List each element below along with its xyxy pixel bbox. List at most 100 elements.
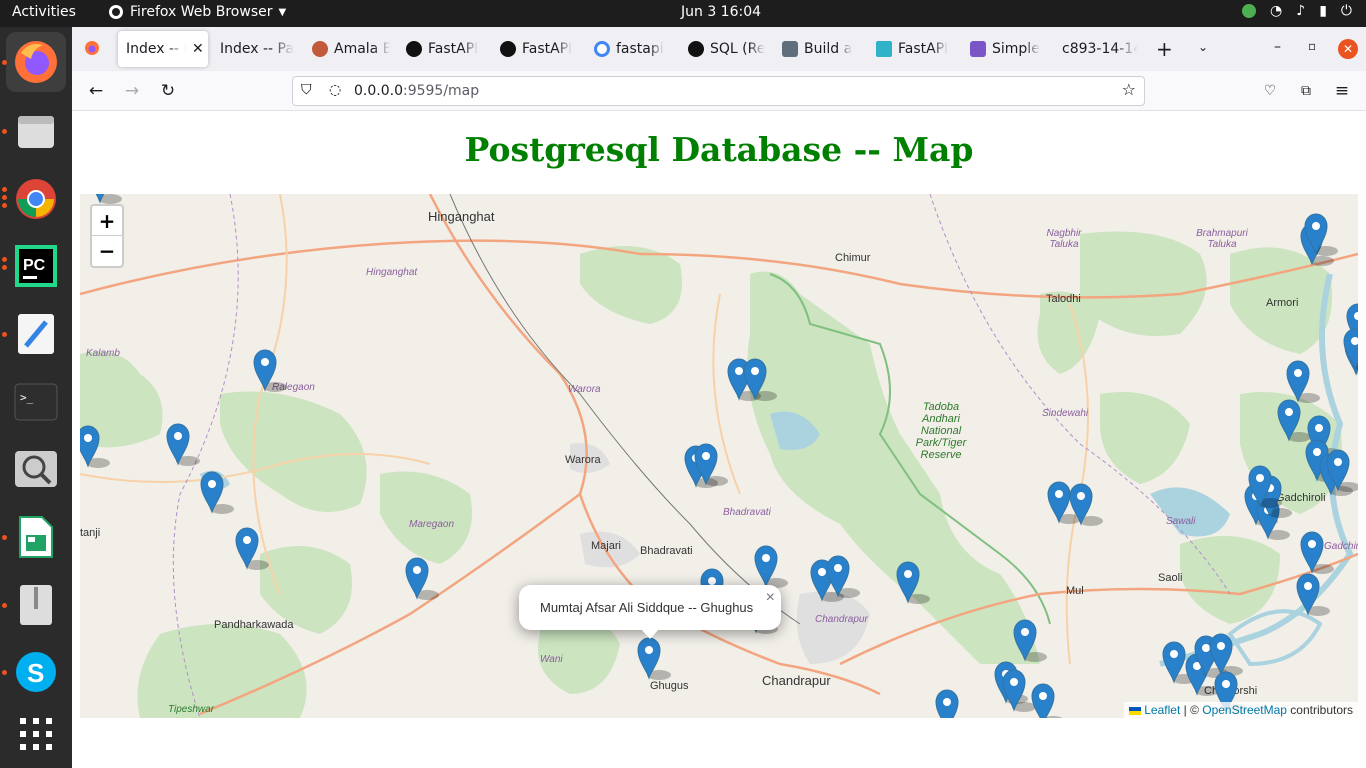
map-marker[interactable] xyxy=(754,545,788,588)
activities-button[interactable]: Activities xyxy=(12,4,76,20)
url-bar[interactable]: ⛉ ◌ 0.0.0.0:9595/map ☆ xyxy=(292,76,1145,106)
battery-icon: ▮ xyxy=(1319,3,1327,19)
tab-fastapi-1[interactable]: FastAPI xyxy=(398,31,484,67)
bookmark-star-icon[interactable]: ☆ xyxy=(1122,80,1136,99)
forward-button[interactable]: → xyxy=(120,79,144,103)
dock-text-editor[interactable] xyxy=(6,304,66,364)
tab-title: SQL (Re xyxy=(710,41,766,57)
spreadsheet-icon xyxy=(19,516,53,558)
tab-fastapi-search[interactable]: fastapi xyxy=(586,31,672,67)
menu-icon[interactable]: ≡ xyxy=(1330,79,1354,103)
dock-skype[interactable]: S xyxy=(6,642,66,702)
tab-index[interactable]: Index -- Pa xyxy=(212,31,298,67)
dock-spreadsheet[interactable] xyxy=(6,507,66,567)
firefox-view-icon[interactable] xyxy=(84,40,100,60)
tab-title: Build a xyxy=(804,41,853,57)
close-window-button[interactable]: ✕ xyxy=(1338,39,1358,59)
tab-index-active[interactable]: Index -- P ✕ xyxy=(118,31,208,67)
pycharm-icon: PC xyxy=(15,245,57,287)
map-marker[interactable] xyxy=(89,194,122,204)
system-tray[interactable]: ◔ ♪ ▮ ⏻ xyxy=(1242,3,1352,19)
ukraine-flag-icon xyxy=(1128,706,1141,715)
maximize-button[interactable]: ▫ xyxy=(1308,39,1316,53)
dock-terminal[interactable]: >_ xyxy=(6,372,66,432)
google-icon xyxy=(594,41,610,57)
dock-image-viewer[interactable] xyxy=(6,439,66,499)
list-all-tabs-button[interactable]: ⌄ xyxy=(1198,40,1208,54)
map-marker[interactable] xyxy=(1002,669,1036,712)
leaflet-link[interactable]: Leaflet xyxy=(1144,703,1180,717)
minimize-button[interactable]: – xyxy=(1274,39,1281,55)
tab-amala[interactable]: Amala B xyxy=(304,31,390,67)
map-marker[interactable] xyxy=(826,555,860,598)
dock-pycharm[interactable]: PC xyxy=(6,236,66,296)
tab-fastapi-2[interactable]: FastAPI xyxy=(492,31,578,67)
tab-fastapi-3[interactable]: FastAPI xyxy=(868,31,954,67)
chevron-down-icon: ▼ xyxy=(278,6,287,18)
archive-icon xyxy=(20,585,52,625)
dock-archive[interactable] xyxy=(6,575,66,635)
firefox-icon xyxy=(15,41,57,83)
files-icon xyxy=(18,116,54,148)
map-marker[interactable] xyxy=(1296,573,1330,616)
attribution-separator: | © xyxy=(1180,703,1203,717)
map-marker[interactable] xyxy=(1300,531,1334,574)
github-icon xyxy=(688,41,704,57)
reload-button[interactable]: ↻ xyxy=(156,79,180,103)
dock-firefox[interactable] xyxy=(6,32,66,92)
zoom-out-button[interactable]: − xyxy=(92,236,122,266)
tab-title: FastAPI xyxy=(522,41,573,57)
map-marker[interactable] xyxy=(896,561,930,604)
pocket-icon[interactable]: ♡ xyxy=(1258,79,1282,103)
map-marker[interactable] xyxy=(1013,619,1047,662)
svg-text:PC: PC xyxy=(23,257,46,274)
tab-title: c893-14-14 xyxy=(1062,41,1138,57)
map-marker[interactable] xyxy=(200,471,234,514)
map-container[interactable]: Hinganghat Hinganghat Chimur Talodhi Nag… xyxy=(80,194,1358,718)
map-marker[interactable] xyxy=(166,423,200,466)
map-marker[interactable] xyxy=(80,425,110,468)
map-marker[interactable] xyxy=(1286,360,1320,403)
chrome-icon xyxy=(16,179,56,219)
dock-app-grid[interactable] xyxy=(6,704,66,764)
tab-title: Simple xyxy=(992,41,1040,57)
tab-sql[interactable]: SQL (Re xyxy=(680,31,766,67)
map-marker[interactable] xyxy=(1277,399,1311,442)
map-marker[interactable] xyxy=(935,689,969,718)
firefox-small-icon xyxy=(109,5,123,19)
tab-favicon-icon xyxy=(782,41,798,57)
connection-info-icon[interactable]: ◌ xyxy=(329,82,341,98)
map-marker[interactable] xyxy=(405,557,439,600)
close-icon[interactable]: ✕ xyxy=(192,41,204,57)
popup-tip xyxy=(640,628,660,639)
tab-bar: Index -- P ✕ Index -- Pa Amala B FastAPI… xyxy=(72,27,1366,71)
tab-title: Amala B xyxy=(334,41,390,57)
map-marker[interactable] xyxy=(637,637,671,680)
app-menu[interactable]: Firefox Web Browser ▼ xyxy=(108,4,286,20)
popup-close-button[interactable]: × xyxy=(766,589,775,607)
dock-files[interactable] xyxy=(6,101,66,161)
map-marker[interactable] xyxy=(235,527,269,570)
page-title: Postgresql Database -- Map xyxy=(464,130,974,169)
tab-simple[interactable]: Simple xyxy=(962,31,1048,67)
extensions-icon[interactable]: ⧉ xyxy=(1294,79,1318,103)
terminal-icon: >_ xyxy=(14,383,58,421)
volume-icon: ♪ xyxy=(1296,3,1306,19)
back-button[interactable]: ← xyxy=(84,79,108,103)
tab-c893[interactable]: c893-14-14 xyxy=(1054,31,1138,67)
github-icon xyxy=(500,41,516,57)
map-marker[interactable] xyxy=(1031,683,1065,718)
url-text[interactable]: 0.0.0.0:9595/map xyxy=(354,83,479,99)
zoom-in-button[interactable]: + xyxy=(92,206,122,236)
shield-icon[interactable]: ⛉ xyxy=(301,82,312,98)
clock[interactable]: Jun 3 16:04 xyxy=(681,4,761,20)
tab-build[interactable]: Build a xyxy=(774,31,860,67)
marker-popup: Mumtaj Afsar Ali Siddque -- Ghughus × xyxy=(519,585,781,639)
power-icon: ⏻ xyxy=(1340,3,1352,19)
dock-chrome[interactable] xyxy=(6,169,66,229)
attribution-suffix: contributors xyxy=(1286,703,1353,717)
map-marker[interactable] xyxy=(253,349,287,392)
osm-link[interactable]: OpenStreetMap xyxy=(1202,703,1287,717)
new-tab-button[interactable]: + xyxy=(1156,37,1173,61)
map-attribution: Leaflet | © OpenStreetMap contributors xyxy=(1123,702,1358,718)
